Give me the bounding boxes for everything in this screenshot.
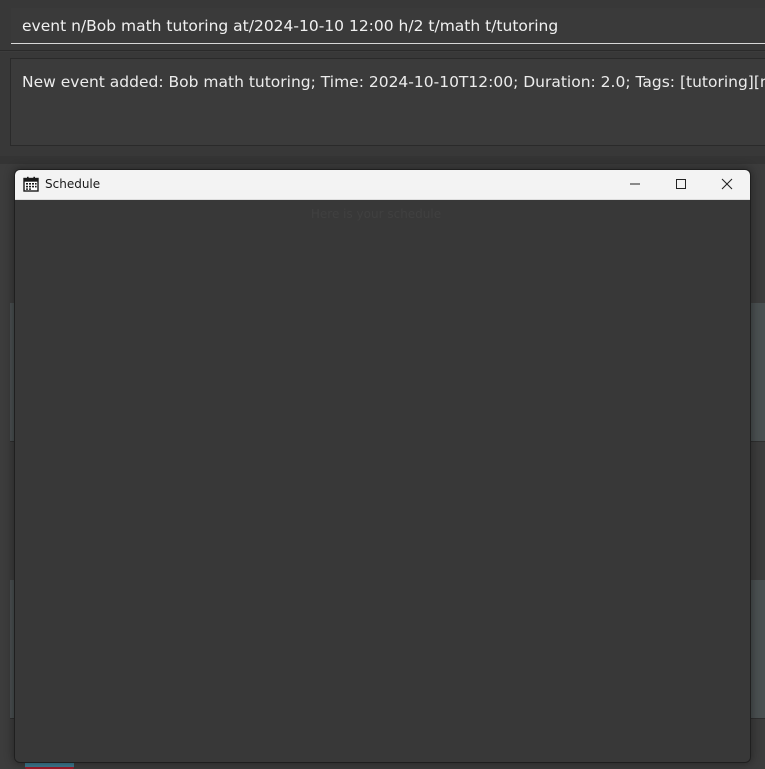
app-root: New event added: Bob math tutoring; Time… [0, 0, 765, 769]
minimize-button[interactable] [612, 170, 658, 199]
result-display: New event added: Bob math tutoring; Time… [10, 58, 765, 146]
minimize-icon [629, 175, 641, 194]
result-display-panel: New event added: Bob math tutoring; Time… [0, 52, 765, 156]
command-box [0, 0, 765, 51]
close-button[interactable] [704, 170, 750, 199]
close-icon [721, 175, 733, 194]
maximize-button[interactable] [658, 170, 704, 199]
window-titlebar[interactable]: Schedule [15, 170, 750, 200]
panel-divider [0, 156, 765, 164]
schedule-heading: Here is your schedule [310, 207, 442, 221]
schedule-window: Schedule Here is your schedule [14, 169, 751, 763]
calendar-icon [23, 176, 39, 192]
maximize-icon [675, 175, 687, 194]
schedule-content: Here is your schedule [15, 200, 750, 762]
window-title: Schedule [45, 177, 101, 191]
command-input[interactable] [11, 8, 765, 44]
